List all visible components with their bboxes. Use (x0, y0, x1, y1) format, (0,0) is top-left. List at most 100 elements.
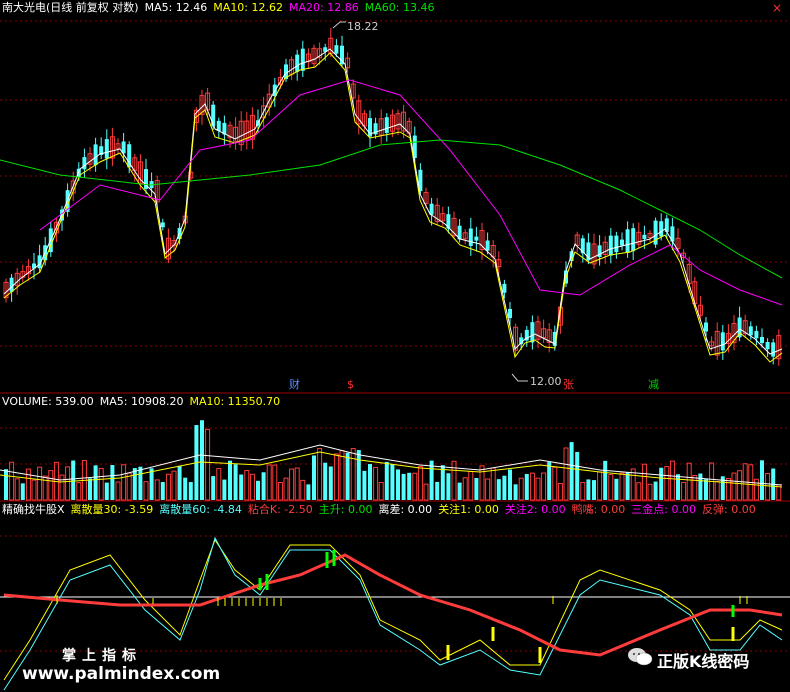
volume-bar-down (586, 479, 591, 500)
volume-bar-up (294, 467, 300, 501)
candle-body-down (216, 120, 221, 131)
volume-bar-down (228, 460, 232, 500)
volume-bar-up (686, 462, 692, 501)
volume-bar-down (659, 467, 664, 500)
volume-bar-up (468, 470, 474, 501)
volume-bar-down (704, 479, 708, 500)
volume-bar-down (110, 465, 115, 500)
volume-bar-down (160, 482, 165, 500)
volume-bar-up (339, 450, 345, 501)
volume-bar-down (93, 465, 98, 500)
candle-body-down (93, 144, 98, 166)
volume-bar-down (104, 482, 109, 500)
volume-bar-up (479, 465, 485, 501)
volume-bar-down (614, 478, 619, 500)
volume-bar-down (390, 464, 395, 500)
volume-bar-up (417, 466, 423, 501)
volume-bar-down (569, 442, 574, 500)
volume-bar-up (563, 447, 569, 501)
volume-bar-down (474, 478, 479, 500)
low-marker-pointer (511, 373, 528, 382)
volume-bar-up (737, 470, 743, 501)
high-marker-label: 18.22 (347, 20, 379, 33)
volume-bar-down (188, 482, 193, 500)
volume-bar-up (216, 468, 222, 501)
volume-bar-down (440, 465, 445, 500)
watermark-title: 掌上指标 (62, 648, 142, 664)
volume-bar-down (592, 480, 596, 500)
volume-bar-down (508, 469, 512, 500)
chart-canvas[interactable]: 18.22 12.00 财 $ 张 减 (0, 0, 790, 692)
candle-body-down (704, 322, 708, 332)
volume-bar-down (149, 468, 154, 500)
candle-body-down (211, 104, 216, 127)
event-marker-zhang[interactable]: 张 (563, 378, 574, 391)
volume-bar-up (317, 447, 323, 501)
candle-body-down (659, 221, 664, 237)
volume-bar-up (76, 482, 82, 501)
volume-bar-down (261, 472, 266, 500)
volume-bar-up (462, 477, 468, 501)
candle-body-down (614, 235, 619, 253)
volume-bar-up (98, 467, 104, 501)
candle-body-down (502, 283, 507, 293)
volume-bar-down (183, 477, 188, 500)
volume-bar-up (283, 477, 289, 501)
candle-body-down (82, 157, 87, 170)
volume-bar-down (457, 482, 462, 500)
volume-bar-up (557, 483, 563, 501)
sticky-k-line (3, 553, 783, 657)
volume-bar-up (541, 472, 547, 501)
volume-bar-up (647, 483, 653, 501)
volume-bar-up (126, 472, 132, 501)
ma10-line (3, 52, 783, 363)
volume-bar-up (490, 467, 496, 501)
candle-body-down (754, 330, 759, 339)
candle-body-down (608, 235, 613, 256)
candle-body-down (620, 239, 624, 246)
volume-bar-up (59, 474, 65, 501)
candle-body-down (127, 144, 132, 168)
candle-body-down (9, 277, 14, 292)
candle-body-down (642, 234, 647, 240)
volume-bar-down (384, 461, 389, 500)
volume-bar-up (289, 468, 295, 501)
candle-body-down (160, 222, 165, 228)
volume-bar-down (547, 462, 552, 500)
volume-bar-down (71, 460, 76, 500)
volume-bar-up (249, 473, 255, 501)
volume-bar-down (502, 475, 507, 500)
candle-body-down (485, 240, 490, 251)
volume-bar-down (222, 479, 227, 500)
volume-bar-down (256, 480, 260, 500)
volume-bar-down (323, 462, 328, 500)
volume-bar-up (630, 468, 636, 501)
candle-body-down (468, 228, 473, 246)
volume-bar-down (603, 460, 608, 500)
volume-bar-up (608, 474, 614, 501)
volume-bar-up (681, 481, 687, 501)
low-marker-label: 12.00 (530, 375, 562, 388)
volume-bar-down (625, 472, 630, 500)
volume-bar-up (9, 461, 15, 501)
volume-bar-down (698, 473, 703, 500)
event-marker-cai[interactable]: 财 (289, 377, 300, 391)
event-marker-jian[interactable]: 减 (648, 378, 659, 391)
volume-bar-up (350, 448, 356, 501)
volume-bar-up (423, 483, 429, 501)
volume-bar-down (345, 452, 350, 500)
volume-bar-up (171, 470, 177, 501)
volume-bar-up (25, 468, 31, 501)
candle-body-down (384, 117, 389, 133)
candle-body-down (760, 336, 764, 344)
candle-body-down (748, 326, 753, 336)
volume-bar-down (211, 476, 216, 500)
volume-bar-down (4, 469, 8, 500)
volume-bar-down (138, 466, 143, 500)
volume-bar-down (312, 455, 316, 500)
event-marker-dollar[interactable]: $ (347, 378, 354, 391)
candle-body-down (334, 45, 339, 54)
volume-bar-up (205, 428, 211, 501)
candle-body-down (474, 236, 479, 241)
volume-bar-up (619, 472, 625, 501)
